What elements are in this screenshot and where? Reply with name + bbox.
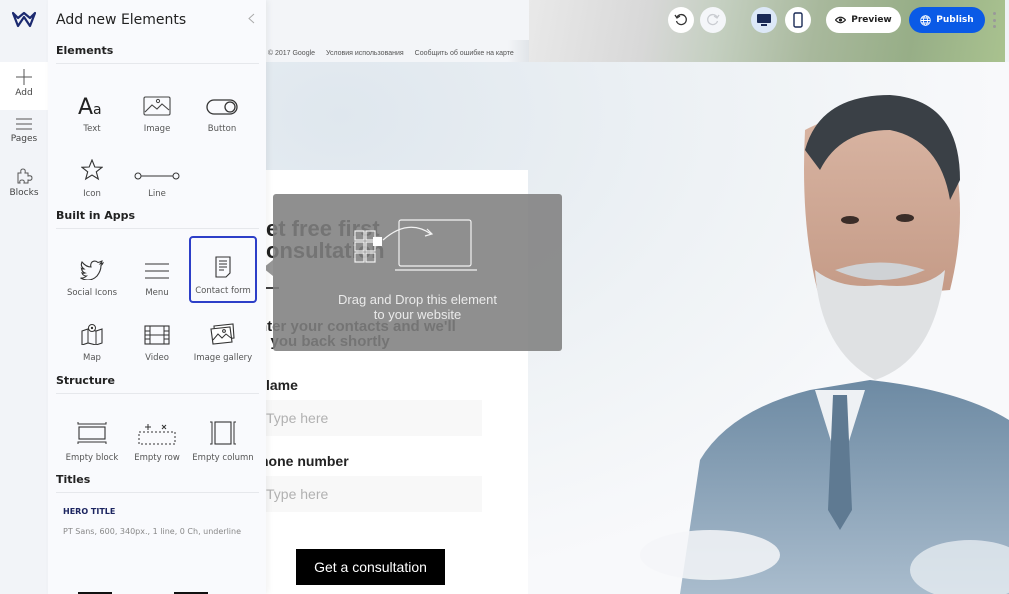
chevron-left-icon [248, 13, 255, 24]
tile-label: Menu [145, 288, 169, 298]
tile-label: Image [143, 124, 171, 134]
rail-item-pages[interactable]: Pages [0, 110, 48, 158]
add-elements-panel: Add new Elements Elements Aa Text Image … [48, 0, 266, 594]
tile-empty-column[interactable]: Empty column [189, 403, 257, 469]
section-divider [56, 393, 259, 394]
wix-crown-logo [12, 11, 36, 28]
undo-icon [674, 13, 687, 26]
eye-icon [835, 16, 847, 24]
rail-item-label: Add [15, 88, 33, 98]
empty-column-icon [210, 421, 236, 445]
tile-label: Contact form [195, 286, 251, 296]
empty-block-icon [77, 422, 107, 444]
tile-contact-form[interactable]: Contact form [189, 236, 257, 303]
tile-label: Video [145, 353, 169, 363]
publish-label: Publish [936, 15, 974, 25]
section-divider [56, 492, 259, 493]
rail-item-label: Pages [10, 134, 38, 144]
name-field-label: lame [266, 377, 298, 393]
section-apps-title: Built in Apps [56, 209, 136, 222]
globe-icon [920, 14, 932, 26]
empty-row-icon [138, 424, 176, 445]
tile-empty-block[interactable]: Empty block [59, 403, 125, 469]
undo-button[interactable] [668, 7, 694, 33]
redo-icon [707, 13, 720, 26]
drag-drop-tooltip: Drag and Drop this element to your websi… [263, 194, 562, 351]
tile-map[interactable]: Map [59, 303, 125, 369]
map-report-link[interactable]: Сообщить об ошибке на карте [415, 50, 514, 57]
tile-label: Text [83, 124, 101, 134]
tile-image-gallery[interactable]: Image gallery [189, 303, 257, 369]
section-divider [56, 63, 259, 64]
tooltip-text-line1: Drag and Drop this element [338, 292, 497, 307]
tile-image[interactable]: Image [124, 74, 190, 140]
puzzle-icon [17, 168, 33, 184]
document-icon [215, 256, 231, 278]
tile-menu[interactable]: Menu [124, 238, 190, 304]
map-terms-link[interactable]: Условия использования [326, 50, 404, 57]
preview-label: Preview [851, 15, 892, 25]
tile-label: Empty row [134, 453, 180, 463]
tile-social-icons[interactable]: Social Icons [59, 238, 125, 304]
tile-text[interactable]: Aa Text [59, 74, 125, 140]
rail-item-add[interactable]: Add [0, 62, 48, 110]
toggle-button-icon [206, 99, 238, 115]
redo-button[interactable] [700, 7, 726, 33]
map-icon [81, 324, 103, 345]
get-consultation-button[interactable]: Get a consultation [296, 549, 445, 585]
rail-item-blocks[interactable]: Blocks [0, 160, 48, 208]
tile-label: Social Icons [66, 288, 118, 298]
tile-button[interactable]: Button [189, 74, 255, 140]
tile-line[interactable]: Line [124, 139, 190, 205]
gallery-icon [210, 323, 235, 345]
hero-portrait-image [640, 95, 1009, 594]
image-icon [143, 96, 171, 116]
map-attribution: е © 2017 Google Условия использования Со… [262, 50, 523, 57]
map-copyright: е © 2017 Google [262, 50, 316, 57]
star-icon [81, 159, 103, 181]
plus-icon [16, 69, 32, 85]
desktop-view-button[interactable] [751, 7, 777, 33]
tile-icon[interactable]: Icon [59, 139, 125, 205]
text-icon: Aa [78, 95, 102, 116]
phone-field-label: hone number [260, 453, 349, 469]
film-icon [144, 325, 170, 345]
tile-label: Image gallery [193, 353, 253, 363]
tile-label: Empty column [192, 453, 254, 463]
tile-label: Icon [83, 189, 101, 199]
panel-title: Add new Elements [56, 12, 187, 28]
hamburger-menu-icon [145, 263, 169, 279]
mobile-icon [793, 12, 803, 28]
svg-text:a: a [93, 102, 102, 116]
drag-to-laptop-icon [354, 219, 477, 271]
tile-label: Map [83, 353, 101, 363]
svg-text:A: A [78, 95, 93, 116]
section-elements-title: Elements [56, 44, 114, 57]
phone-input[interactable] [230, 476, 482, 512]
tile-label: Empty block [65, 453, 119, 463]
twitter-bird-icon [80, 260, 104, 280]
more-options-button[interactable] [991, 12, 997, 28]
tooltip-text-line2: to your website [373, 307, 462, 322]
rail-item-label: Blocks [9, 188, 39, 198]
hero-title-description: PT Sans, 600, 340px., 1 line, 0 Ch, unde… [63, 527, 242, 536]
tile-label: Button [207, 124, 237, 134]
tile-video[interactable]: Video [124, 303, 190, 369]
preview-button[interactable]: Preview [826, 7, 901, 33]
desktop-icon [757, 14, 771, 26]
section-titles-title: Titles [56, 473, 91, 486]
hero-title-preset[interactable]: HERO TITLE [63, 507, 115, 516]
section-divider [56, 228, 259, 229]
publish-button[interactable]: Publish [909, 7, 985, 33]
tile-label: Line [148, 189, 166, 199]
hamburger-icon [16, 118, 32, 130]
name-input[interactable] [230, 400, 482, 436]
tile-empty-row[interactable]: Empty row [124, 403, 190, 469]
collapse-panel-button[interactable] [248, 13, 255, 28]
section-structure-title: Structure [56, 374, 115, 387]
mobile-view-button[interactable] [785, 7, 811, 33]
left-rail: Add Pages Blocks [0, 0, 48, 594]
line-icon [134, 172, 180, 180]
